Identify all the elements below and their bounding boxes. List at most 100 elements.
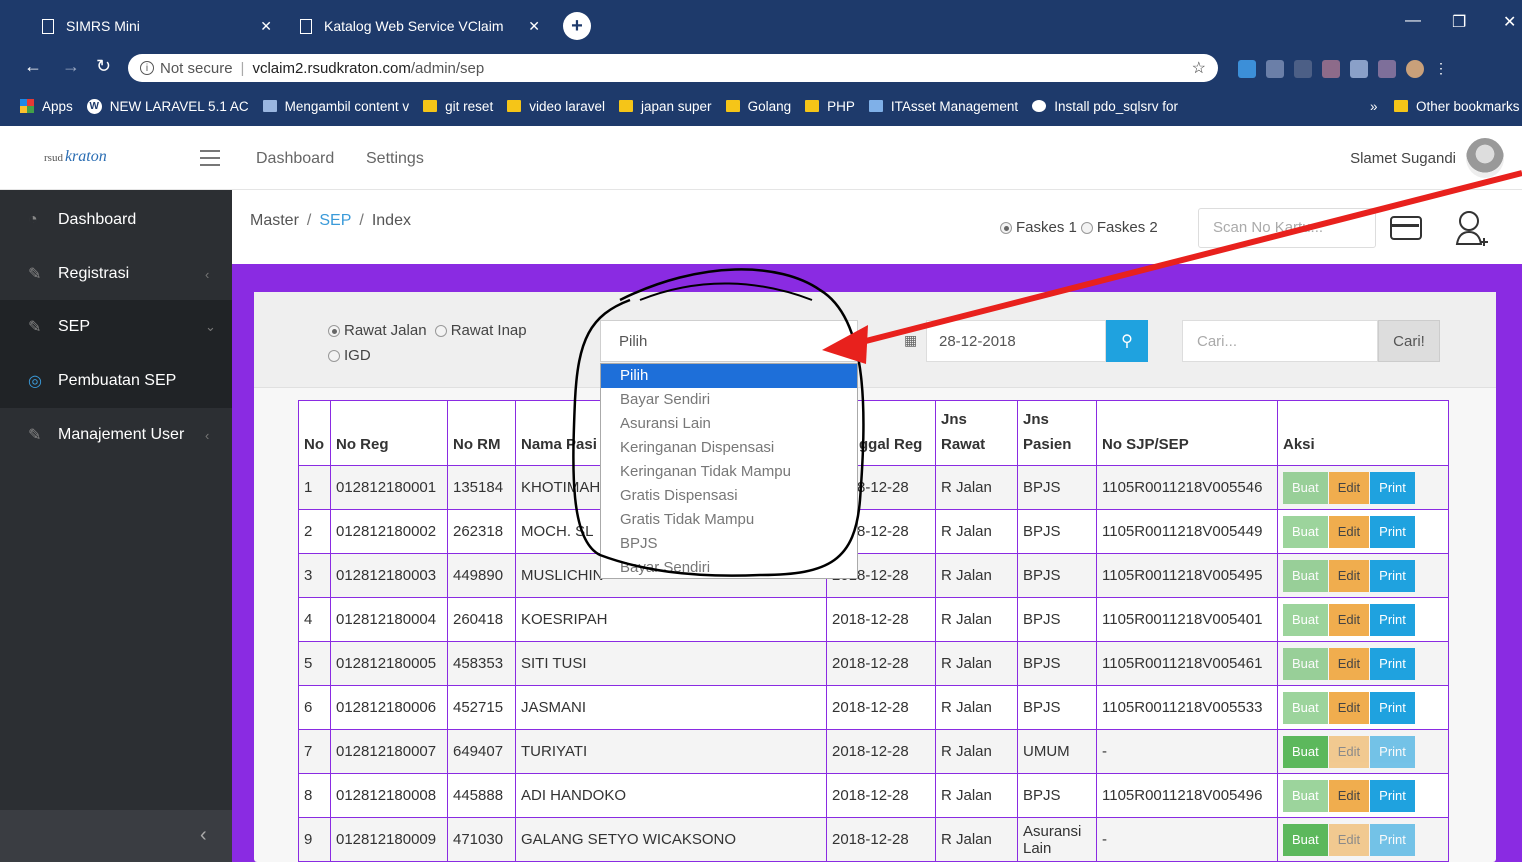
print-button[interactable]: Print	[1370, 559, 1415, 592]
edit-button[interactable]: Edit	[1328, 691, 1370, 724]
bookmark-golang[interactable]: Golang	[725, 99, 791, 114]
sidebar-item-registrasi[interactable]: ✎ Registrasi ‹	[0, 247, 232, 301]
print-button[interactable]: Print	[1370, 691, 1415, 724]
extension-icon[interactable]	[1322, 60, 1340, 78]
search-date-button[interactable]: ⚲	[1106, 320, 1148, 362]
close-icon[interactable]: ✕	[260, 18, 272, 35]
extension-icon[interactable]	[1238, 60, 1256, 78]
new-tab-button[interactable]: +	[563, 12, 591, 40]
buat-button[interactable]: Buat	[1283, 515, 1328, 548]
cell-rawat: R Jalan	[935, 729, 1018, 774]
nav-dashboard[interactable]: Dashboard	[256, 150, 334, 168]
edit-button[interactable]: Edit	[1328, 603, 1370, 636]
print-button[interactable]: Print	[1370, 603, 1415, 636]
add-user-icon[interactable]	[1454, 208, 1488, 248]
buat-button[interactable]: Buat	[1283, 559, 1328, 592]
bookmark-video-laravel[interactable]: video laravel	[507, 99, 605, 114]
tab-simrs[interactable]: SIMRS Mini ✕	[20, 8, 286, 44]
extension-icon[interactable]	[1266, 60, 1284, 78]
extension-icon[interactable]	[1378, 60, 1396, 78]
menu-icon[interactable]: ⋮	[1434, 60, 1448, 78]
breadcrumb-master[interactable]: Master	[250, 212, 299, 229]
igd-radio[interactable]	[328, 350, 340, 363]
dropdown-option[interactable]: Keringanan Dispensasi	[601, 436, 857, 460]
print-button[interactable]: Print	[1370, 515, 1415, 548]
edit-button[interactable]: Edit	[1328, 823, 1370, 856]
cari-input[interactable]: Cari...	[1182, 320, 1378, 362]
buat-button[interactable]: Buat	[1283, 603, 1328, 636]
edit-button[interactable]: Edit	[1328, 471, 1370, 504]
date-input[interactable]: 28-12-2018	[926, 320, 1106, 362]
edit-button[interactable]: Edit	[1328, 779, 1370, 812]
dropdown-option[interactable]: Bayar Sendiri	[601, 556, 857, 580]
extension-icon[interactable]	[1350, 60, 1368, 78]
window-close-icon[interactable]: ✕	[1503, 12, 1516, 32]
print-button[interactable]: Print	[1370, 823, 1415, 856]
dropdown-option[interactable]: Gratis Dispensasi	[601, 484, 857, 508]
dropdown-option[interactable]: Keringanan Tidak Mampu	[601, 460, 857, 484]
buat-button[interactable]: Buat	[1283, 823, 1328, 856]
jenis-pasien-select[interactable]: Pilih	[600, 320, 858, 362]
bookmark-itasset[interactable]: ITAsset Management	[868, 99, 1018, 114]
reload-icon[interactable]: ↻	[96, 56, 111, 77]
app-logo[interactable]: rsud kraton	[44, 148, 144, 170]
bookmark-japan-super[interactable]: japan super	[619, 99, 712, 114]
buat-button[interactable]: Buat	[1283, 471, 1328, 504]
buat-button[interactable]: Buat	[1283, 735, 1328, 768]
info-icon[interactable]: i	[140, 61, 154, 75]
dropdown-option[interactable]: Gratis Tidak Mampu	[601, 508, 857, 532]
bookmark-laravel[interactable]: W NEW LARAVEL 5.1 AC	[86, 98, 249, 114]
tab-title: SIMRS Mini	[66, 18, 140, 34]
rawat-inap-radio[interactable]	[434, 325, 447, 338]
maximize-icon[interactable]: ❐	[1452, 12, 1466, 32]
profile-icon[interactable]	[1406, 60, 1424, 78]
bookmark-git-reset[interactable]: git reset	[423, 99, 493, 114]
edit-button[interactable]: Edit	[1328, 559, 1370, 592]
sidebar-item-sep[interactable]: ✎ SEP ⌄	[0, 300, 232, 354]
star-icon[interactable]: ☆	[1192, 58, 1206, 78]
sidebar-collapse[interactable]: ‹	[0, 810, 232, 862]
dropdown-option[interactable]: Asuransi Lain	[601, 412, 857, 436]
buat-button[interactable]: Buat	[1283, 691, 1328, 724]
buat-button[interactable]: Buat	[1283, 647, 1328, 680]
dropdown-option[interactable]: BPJS	[601, 532, 857, 556]
tab-katalog[interactable]: Katalog Web Service VClaim ✕	[278, 8, 554, 44]
extension-icon[interactable]	[1294, 60, 1312, 78]
bookmark-other[interactable]: Other bookmarks	[1394, 99, 1520, 114]
minimize-icon[interactable]: —	[1405, 12, 1421, 30]
faskes-2-radio[interactable]	[1080, 221, 1093, 234]
print-button[interactable]: Print	[1370, 471, 1415, 504]
rawat-jalan-radio[interactable]	[328, 325, 340, 338]
forward-icon[interactable]: →	[62, 56, 80, 77]
folder-icon	[805, 100, 820, 112]
dropdown-option[interactable]: Bayar Sendiri	[601, 388, 857, 412]
sidebar-item-pembuatan-sep[interactable]: ◎ Pembuatan SEP	[0, 354, 232, 408]
close-icon[interactable]: ✕	[528, 18, 540, 35]
edit-button[interactable]: Edit	[1328, 515, 1370, 548]
back-icon[interactable]: ←	[24, 56, 42, 77]
address-bar[interactable]: i Not secure | vclaim2.rsudkraton.com/ad…	[128, 54, 1218, 82]
scan-card-input[interactable]: Scan No Kartu...	[1198, 208, 1376, 248]
bookmark-apps[interactable]: Apps	[20, 99, 73, 114]
credit-card-icon[interactable]	[1390, 216, 1422, 240]
buat-button[interactable]: Buat	[1283, 779, 1328, 812]
hamburger-icon[interactable]	[200, 150, 220, 166]
avatar[interactable]	[1466, 138, 1504, 178]
bookmark-mengambil[interactable]: Mengambil content v	[262, 99, 409, 114]
bookmarks-overflow[interactable]: »	[1370, 99, 1378, 114]
nav-settings[interactable]: Settings	[366, 150, 424, 168]
user-name[interactable]: Slamet Sugandi	[1350, 150, 1456, 167]
sidebar-item-dashboard[interactable]: ◔ Dashboard	[0, 193, 232, 247]
faskes-1-radio[interactable]	[1000, 221, 1012, 234]
edit-button[interactable]: Edit	[1328, 647, 1370, 680]
edit-button[interactable]: Edit	[1328, 735, 1370, 768]
dropdown-option[interactable]: Pilih	[601, 364, 857, 388]
sidebar-item-manajement-user[interactable]: ✎ Manajement User ‹	[0, 408, 232, 462]
bookmark-pdo-sqlsrv[interactable]: Install pdo_sqlsrv for	[1032, 99, 1178, 114]
print-button[interactable]: Print	[1370, 735, 1415, 768]
cari-button[interactable]: Cari!	[1378, 320, 1440, 362]
print-button[interactable]: Print	[1370, 647, 1415, 680]
breadcrumb-sep[interactable]: SEP	[319, 212, 351, 229]
bookmark-php[interactable]: PHP	[805, 99, 855, 114]
print-button[interactable]: Print	[1370, 779, 1415, 812]
